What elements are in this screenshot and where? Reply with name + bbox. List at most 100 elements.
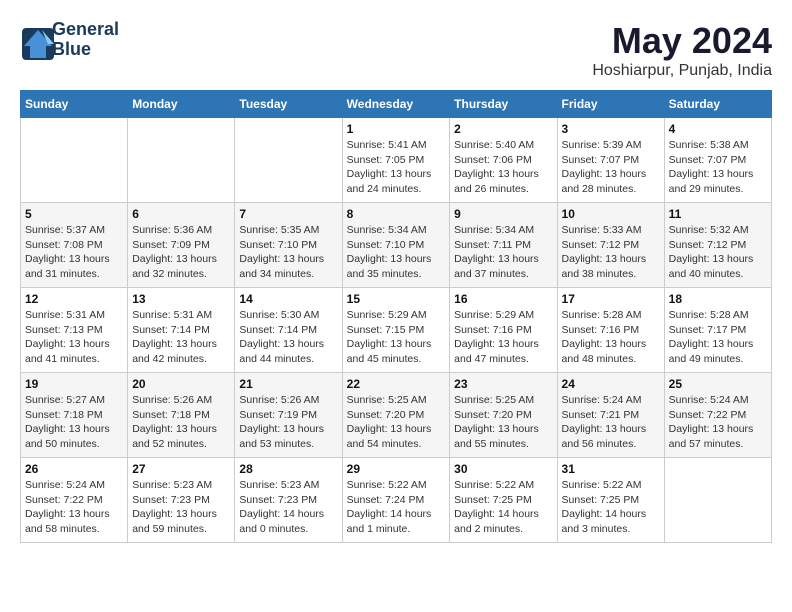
calendar-cell: 19 Sunrise: 5:27 AMSunset: 7:18 PMDayligh… [21,373,128,458]
day-number: 26 [25,462,123,476]
calendar-cell: 18Sunrise: 5:28 AMSunset: 7:17 PMDayligh… [664,288,771,373]
day-info: Sunrise: 5:36 AMSunset: 7:09 PMDaylight:… [132,223,230,282]
page-title: May 2024 [592,20,772,62]
logo-line1: General [52,20,119,40]
day-number: 29 [347,462,446,476]
day-info: Sunrise: 5:35 AMSunset: 7:10 PMDaylight:… [239,223,337,282]
week-row: 5 Sunrise: 5:37 AMSunset: 7:08 PMDaylight… [21,203,772,288]
week-row: 1 Sunrise: 5:41 AMSunset: 7:05 PMDaylight… [21,118,772,203]
day-info: Sunrise: 5:31 AMSunset: 7:14 PMDaylight:… [132,308,230,367]
day-number: 5 [25,207,123,221]
day-number: 30 [454,462,552,476]
weekday-header: Thursday [450,91,557,118]
day-info: Sunrise: 5:24 AMSunset: 7:22 PMDaylight:… [25,478,123,537]
calendar-cell: 23 Sunrise: 5:25 AMSunset: 7:20 PMDayligh… [450,373,557,458]
logo-icon [20,26,48,54]
day-number: 22 [347,377,446,391]
calendar-cell: 1 Sunrise: 5:41 AMSunset: 7:05 PMDaylight… [342,118,450,203]
calendar-cell: 2 Sunrise: 5:40 AMSunset: 7:06 PMDaylight… [450,118,557,203]
day-info: Sunrise: 5:22 AMSunset: 7:24 PMDaylight:… [347,478,446,537]
page-subtitle: Hoshiarpur, Punjab, India [592,62,772,80]
day-number: 8 [347,207,446,221]
calendar-cell: 3 Sunrise: 5:39 AMSunset: 7:07 PMDaylight… [557,118,664,203]
header: General Blue May 2024 Hoshiarpur, Punjab… [20,20,772,80]
calendar-cell: 24Sunrise: 5:24 AMSunset: 7:21 PMDayligh… [557,373,664,458]
day-number: 25 [669,377,767,391]
day-info: Sunrise: 5:22 AMSunset: 7:25 PMDaylight:… [562,478,660,537]
calendar-cell [664,458,771,543]
logo: General Blue [20,20,119,60]
day-number: 28 [239,462,337,476]
day-number: 12 [25,292,123,306]
weekday-header-row: SundayMondayTuesdayWednesdayThursdayFrid… [21,91,772,118]
day-info: Sunrise: 5:30 AMSunset: 7:14 PMDaylight:… [239,308,337,367]
calendar-cell: 31Sunrise: 5:22 AMSunset: 7:25 PMDayligh… [557,458,664,543]
day-info: Sunrise: 5:33 AMSunset: 7:12 PMDaylight:… [562,223,660,282]
calendar-cell: 28 Sunrise: 5:23 AMSunset: 7:23 PMDayligh… [235,458,342,543]
calendar-cell: 16Sunrise: 5:29 AMSunset: 7:16 PMDayligh… [450,288,557,373]
day-info: Sunrise: 5:41 AMSunset: 7:05 PMDaylight:… [347,138,446,197]
day-info: Sunrise: 5:39 AMSunset: 7:07 PMDaylight:… [562,138,660,197]
day-number: 27 [132,462,230,476]
day-number: 17 [562,292,660,306]
day-number: 7 [239,207,337,221]
calendar-cell: 26 Sunrise: 5:24 AMSunset: 7:22 PMDayligh… [21,458,128,543]
week-row: 19 Sunrise: 5:27 AMSunset: 7:18 PMDayligh… [21,373,772,458]
day-number: 14 [239,292,337,306]
day-info: Sunrise: 5:26 AMSunset: 7:18 PMDaylight:… [132,393,230,452]
day-info: Sunrise: 5:22 AMSunset: 7:25 PMDaylight:… [454,478,552,537]
weekday-header: Sunday [21,91,128,118]
day-info: Sunrise: 5:25 AMSunset: 7:20 PMDaylight:… [347,393,446,452]
weekday-header: Friday [557,91,664,118]
day-info: Sunrise: 5:28 AMSunset: 7:16 PMDaylight:… [562,308,660,367]
calendar-cell: 30 Sunrise: 5:22 AMSunset: 7:25 PMDayligh… [450,458,557,543]
day-number: 23 [454,377,552,391]
day-info: Sunrise: 5:29 AMSunset: 7:15 PMDaylight:… [347,308,446,367]
calendar-table: SundayMondayTuesdayWednesdayThursdayFrid… [20,90,772,543]
weekday-header: Monday [128,91,235,118]
day-number: 16 [454,292,552,306]
day-info: Sunrise: 5:40 AMSunset: 7:06 PMDaylight:… [454,138,552,197]
weekday-header: Wednesday [342,91,450,118]
day-number: 10 [562,207,660,221]
calendar-cell: 17 Sunrise: 5:28 AMSunset: 7:16 PMDayligh… [557,288,664,373]
calendar-cell: 10 Sunrise: 5:33 AMSunset: 7:12 PMDayligh… [557,203,664,288]
day-number: 18 [669,292,767,306]
weekday-header: Tuesday [235,91,342,118]
week-row: 12Sunrise: 5:31 AMSunset: 7:13 PMDayligh… [21,288,772,373]
day-number: 19 [25,377,123,391]
day-number: 4 [669,122,767,136]
calendar-cell: 25 Sunrise: 5:24 AMSunset: 7:22 PMDayligh… [664,373,771,458]
day-info: Sunrise: 5:25 AMSunset: 7:20 PMDaylight:… [454,393,552,452]
day-number: 3 [562,122,660,136]
day-info: Sunrise: 5:27 AMSunset: 7:18 PMDaylight:… [25,393,123,452]
logo-text: General Blue [52,20,119,60]
calendar-cell: 7 Sunrise: 5:35 AMSunset: 7:10 PMDaylight… [235,203,342,288]
day-info: Sunrise: 5:37 AMSunset: 7:08 PMDaylight:… [25,223,123,282]
calendar-cell: 11Sunrise: 5:32 AMSunset: 7:12 PMDayligh… [664,203,771,288]
calendar-cell: 13Sunrise: 5:31 AMSunset: 7:14 PMDayligh… [128,288,235,373]
calendar-cell: 8Sunrise: 5:34 AMSunset: 7:10 PMDaylight… [342,203,450,288]
day-number: 21 [239,377,337,391]
day-number: 1 [347,122,446,136]
day-info: Sunrise: 5:32 AMSunset: 7:12 PMDaylight:… [669,223,767,282]
day-number: 24 [562,377,660,391]
title-area: May 2024 Hoshiarpur, Punjab, India [592,20,772,80]
calendar-cell: 29 Sunrise: 5:22 AMSunset: 7:24 PMDayligh… [342,458,450,543]
weekday-header: Saturday [664,91,771,118]
day-info: Sunrise: 5:24 AMSunset: 7:22 PMDaylight:… [669,393,767,452]
week-row: 26 Sunrise: 5:24 AMSunset: 7:22 PMDayligh… [21,458,772,543]
day-info: Sunrise: 5:23 AMSunset: 7:23 PMDaylight:… [239,478,337,537]
calendar-cell: 27Sunrise: 5:23 AMSunset: 7:23 PMDayligh… [128,458,235,543]
calendar-cell: 22 Sunrise: 5:25 AMSunset: 7:20 PMDayligh… [342,373,450,458]
calendar-cell: 4 Sunrise: 5:38 AMSunset: 7:07 PMDaylight… [664,118,771,203]
day-number: 15 [347,292,446,306]
day-number: 2 [454,122,552,136]
calendar-cell: 14 Sunrise: 5:30 AMSunset: 7:14 PMDayligh… [235,288,342,373]
calendar-cell: 12Sunrise: 5:31 AMSunset: 7:13 PMDayligh… [21,288,128,373]
calendar-cell [128,118,235,203]
calendar-cell: 5 Sunrise: 5:37 AMSunset: 7:08 PMDaylight… [21,203,128,288]
calendar-cell: 20 Sunrise: 5:26 AMSunset: 7:18 PMDayligh… [128,373,235,458]
day-info: Sunrise: 5:38 AMSunset: 7:07 PMDaylight:… [669,138,767,197]
day-number: 20 [132,377,230,391]
